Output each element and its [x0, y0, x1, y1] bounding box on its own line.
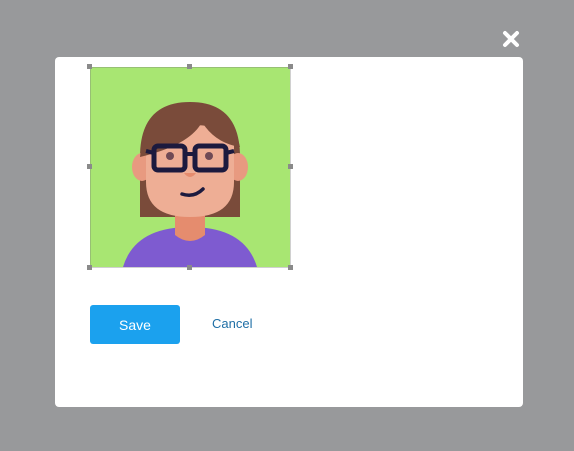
crop-handle-bottom[interactable]: [187, 265, 192, 270]
cancel-link[interactable]: Cancel: [212, 316, 252, 331]
crop-handle-top-right[interactable]: [288, 64, 293, 69]
image-crop-area[interactable]: [87, 64, 293, 270]
close-icon: [503, 31, 519, 47]
crop-handle-bottom-left[interactable]: [87, 265, 92, 270]
avatar-image: [90, 67, 290, 267]
close-button[interactable]: [500, 28, 522, 50]
crop-handle-bottom-right[interactable]: [288, 265, 293, 270]
save-button[interactable]: Save: [90, 305, 180, 344]
crop-handle-right[interactable]: [288, 164, 293, 169]
crop-handle-left[interactable]: [87, 164, 92, 169]
crop-handle-top-left[interactable]: [87, 64, 92, 69]
crop-handle-top[interactable]: [187, 64, 192, 69]
crop-avatar-dialog: Save Cancel: [55, 57, 523, 407]
